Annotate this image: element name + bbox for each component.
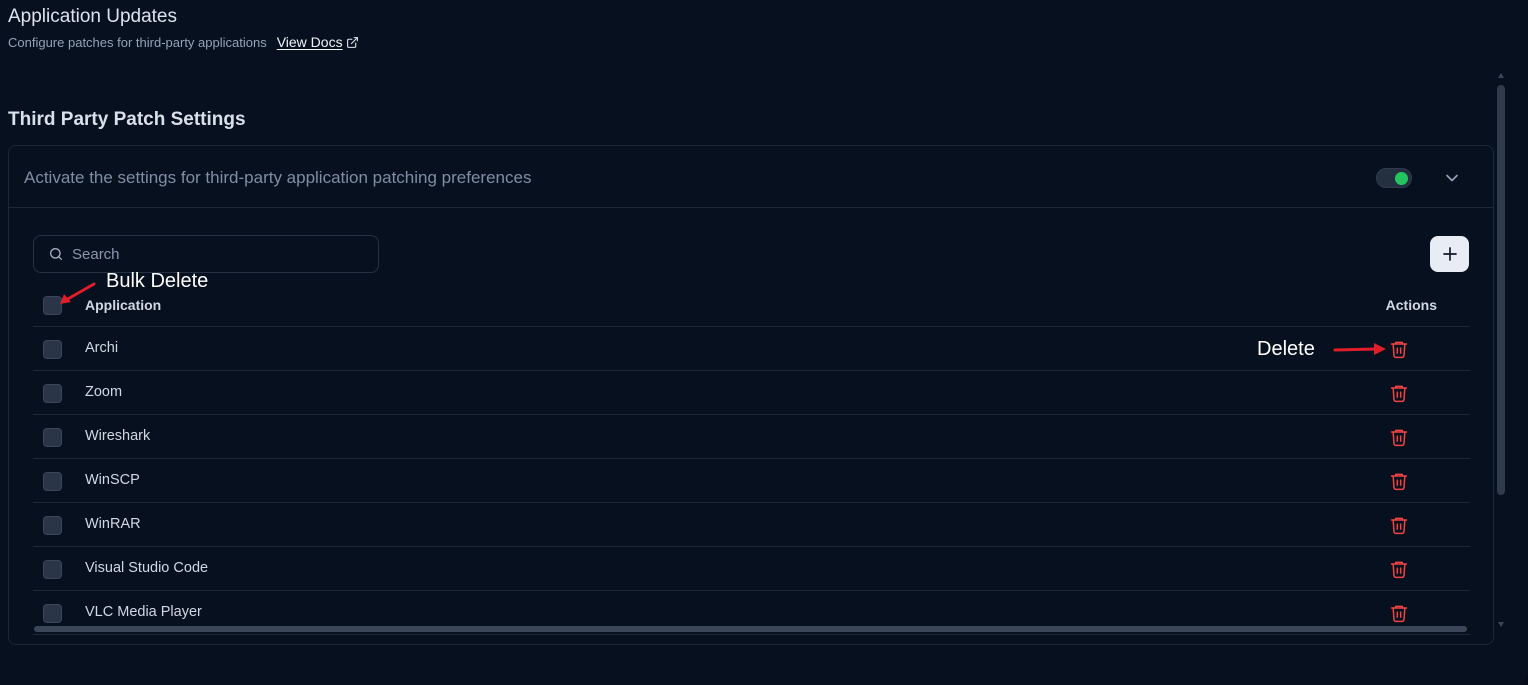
table-row: Wireshark: [33, 415, 1470, 459]
page-subtitle-text: Configure patches for third-party applic…: [8, 34, 267, 50]
applications-table: Application Actions Archi Zoom Wireshark Wi…: [33, 283, 1470, 635]
trash-icon[interactable]: [1389, 471, 1409, 491]
trash-icon[interactable]: [1389, 515, 1409, 535]
trash-icon[interactable]: [1389, 603, 1409, 623]
vertical-scrollbar[interactable]: [1497, 85, 1505, 495]
table-body: Archi Zoom Wireshark WinSCP WinRAR Visual Stu…: [33, 327, 1470, 635]
trash-icon[interactable]: [1389, 339, 1409, 359]
search-box: [33, 235, 379, 273]
application-name: Wireshark: [85, 428, 151, 444]
trash-icon[interactable]: [1389, 383, 1409, 403]
application-name: Visual Studio Code: [85, 560, 209, 576]
panel-description: Activate the settings for third-party ap…: [24, 168, 532, 187]
table-row: Visual Studio Code: [33, 547, 1470, 591]
application-name: WinSCP: [85, 472, 140, 488]
scroll-up-arrow-icon[interactable]: [1497, 72, 1505, 80]
table-row: Zoom: [33, 371, 1470, 415]
toggle-knob: [1395, 172, 1408, 185]
plus-icon: [1442, 247, 1457, 261]
table-row: Archi: [33, 327, 1470, 371]
trash-icon[interactable]: [1389, 559, 1409, 579]
view-docs-label: View Docs: [276, 34, 343, 50]
row-checkbox[interactable]: [43, 384, 62, 403]
panel-header[interactable]: Activate the settings for third-party ap…: [9, 146, 1493, 208]
section-title: Third Party Patch Settings: [8, 109, 246, 130]
application-name: WinRAR: [85, 516, 141, 532]
table-row: WinSCP: [33, 459, 1470, 503]
search-input[interactable]: [72, 245, 362, 263]
bulk-delete-arrow-icon: [60, 282, 96, 304]
add-application-button[interactable]: [1430, 236, 1469, 272]
row-checkbox[interactable]: [43, 472, 62, 491]
row-checkbox[interactable]: [43, 604, 62, 623]
horizontal-scrollbar[interactable]: [34, 626, 1467, 632]
scroll-down-arrow-icon[interactable]: [1497, 620, 1505, 628]
search-icon: [50, 248, 62, 260]
application-name: Zoom: [85, 384, 123, 400]
view-docs-link[interactable]: View Docs: [277, 34, 359, 50]
bulk-delete-annotation: Bulk Delete: [106, 270, 209, 292]
patching-toggle[interactable]: [1376, 168, 1412, 188]
application-name: Archi: [85, 340, 119, 356]
table-row: WinRAR: [33, 503, 1470, 547]
row-checkbox[interactable]: [43, 560, 62, 579]
external-link-icon: [346, 36, 358, 48]
row-checkbox[interactable]: [43, 428, 62, 447]
column-header-actions: Actions: [1385, 297, 1437, 313]
chevron-down-icon[interactable]: [1442, 168, 1462, 188]
trash-icon[interactable]: [1389, 427, 1409, 447]
page-title: Application Updates: [8, 6, 177, 27]
row-checkbox[interactable]: [43, 516, 62, 535]
page-subtitle: Configure patches for third-party applic…: [8, 34, 359, 50]
delete-arrow-icon: [1333, 343, 1386, 355]
row-checkbox[interactable]: [43, 340, 62, 359]
application-name: VLC Media Player: [85, 604, 202, 620]
table-header-row: Application Actions: [33, 283, 1470, 327]
patch-settings-panel: Activate the settings for third-party ap…: [8, 145, 1494, 645]
delete-annotation: Delete: [1257, 338, 1315, 360]
